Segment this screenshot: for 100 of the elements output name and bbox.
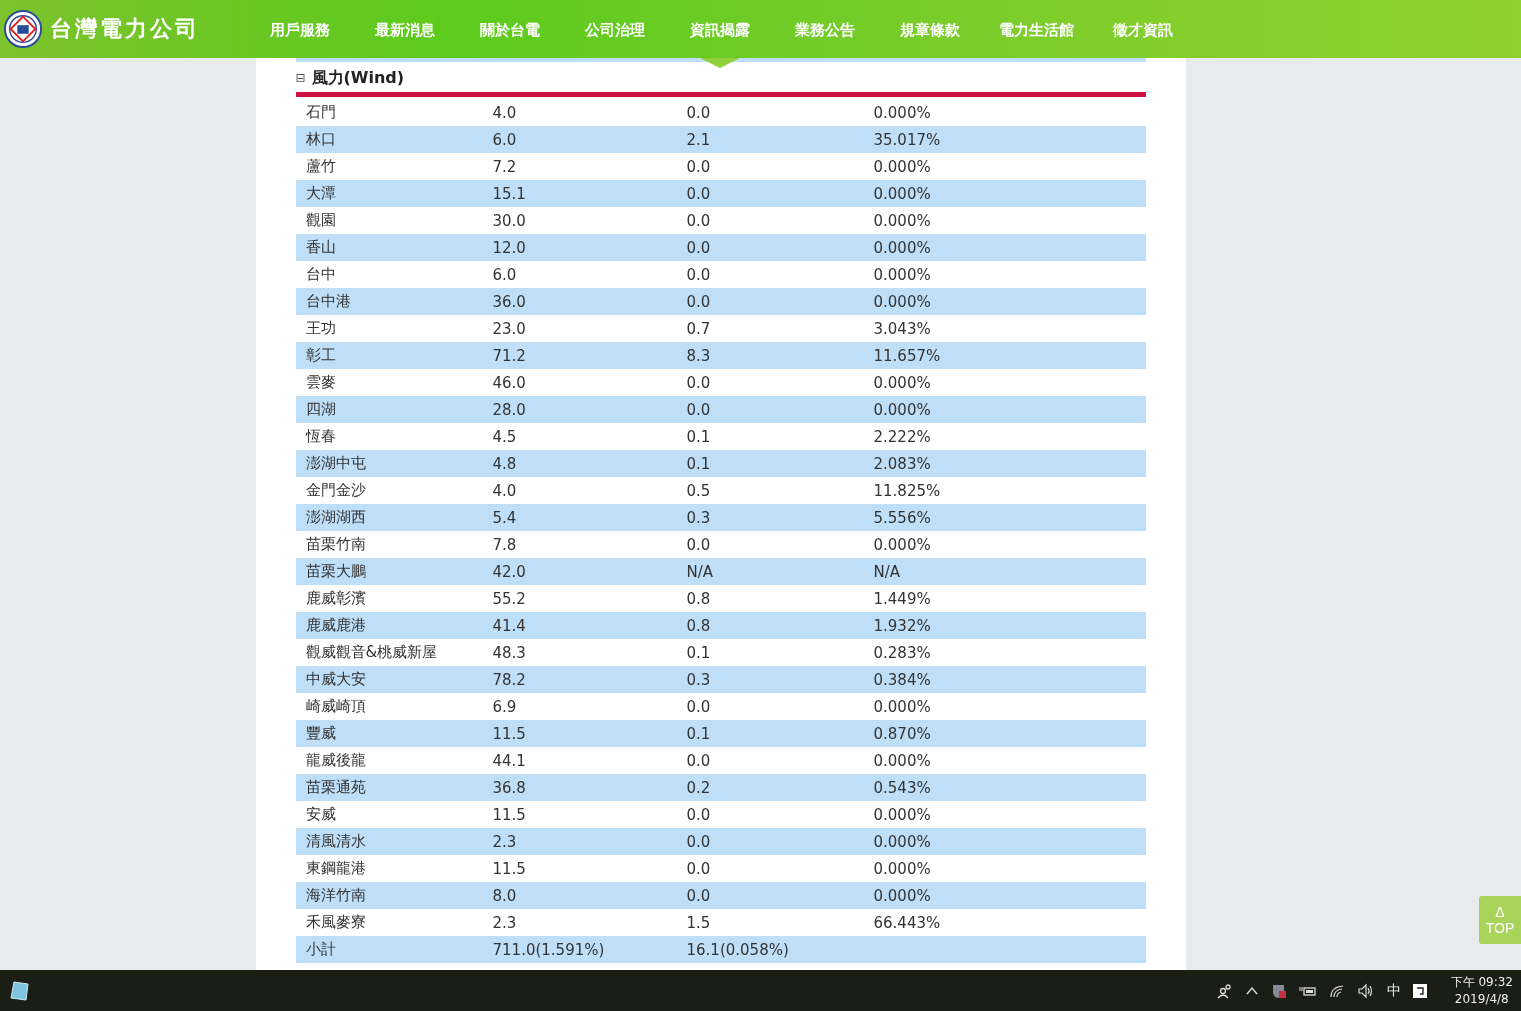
table-cell-text: 2.083%: [873, 454, 932, 473]
table-cell-text: 11.5: [492, 859, 527, 878]
clock-time[interactable]: 下午 09:32: [1450, 973, 1513, 991]
nav-tab[interactable]: 最新消息: [353, 0, 457, 68]
table-cell-text: 55.2: [492, 589, 527, 608]
table-cell-text: 蘆竹: [304, 157, 337, 176]
table-cell-text: 豐威: [304, 724, 337, 743]
table-cell-text: 澎湖中屯: [304, 454, 367, 473]
table-cell-text: 0.1: [686, 643, 712, 662]
table-cell-text: 0.000%: [873, 157, 932, 176]
table-cell-text: 0.0: [686, 805, 712, 824]
table-cell-text: 5.556%: [873, 508, 932, 527]
table-cell-text: 4.0: [492, 103, 518, 122]
table-cell-text: 0.0: [686, 103, 712, 122]
table-cell-text: 台中: [304, 265, 337, 284]
table-cell-text: 0.1: [686, 427, 712, 446]
table-cell-text: 4.5: [492, 427, 518, 446]
table-cell-text: 11.825%: [873, 481, 942, 500]
nav-tab[interactable]: 關於台電: [458, 0, 562, 68]
table-cell-text: 0.0: [686, 211, 712, 230]
table-cell-text: 王功: [304, 319, 337, 338]
table-cell-text: 0.0: [686, 751, 712, 770]
table-cell-text: 0.000%: [873, 373, 932, 392]
table-cell-text: 0.000%: [873, 697, 932, 716]
table-cell-text: 4.0: [492, 481, 518, 500]
table-cell-text: 0.0: [686, 886, 712, 905]
table-cell-text: 35.017%: [873, 130, 942, 149]
table-cell-text: 41.4: [492, 616, 527, 635]
nav-tab[interactable]: 公司治理: [563, 0, 667, 68]
table-cell-text: 4.8: [492, 454, 518, 473]
table-cell-text: 36.0: [492, 292, 527, 311]
wifi-icon[interactable]: [1328, 982, 1345, 999]
table-cell-text: 7.8: [492, 535, 518, 554]
table-cell-text: 0.0: [686, 184, 712, 203]
table-cell-text: 0.870%: [873, 724, 932, 743]
table-cell-text: 恆春: [304, 427, 337, 446]
nav-tab[interactable]: 用戶服務: [248, 0, 352, 68]
company-name[interactable]: 台灣電力公司: [50, 14, 200, 44]
nav-tab[interactable]: 業務公告: [773, 0, 877, 68]
table-cell-text: 中威大安: [304, 670, 367, 689]
table-cell-text: 龍威後龍: [304, 751, 367, 770]
nav-tab[interactable]: 電力生活館: [983, 0, 1090, 68]
table-cell-text: 2.3: [492, 913, 518, 932]
section-title: 風力(Wind): [311, 67, 405, 89]
table-cell-text: 66.443%: [873, 913, 942, 932]
people-icon[interactable]: [1216, 982, 1233, 999]
logo-icon[interactable]: [4, 10, 42, 48]
table-cell-text: 44.1: [492, 751, 527, 770]
table-cell-text: 0.000%: [873, 238, 932, 257]
table-cell-text: 0.0: [686, 535, 712, 554]
table-cell-text: 11.5: [492, 805, 527, 824]
table-cell-text: 8.3: [686, 346, 712, 365]
table-cell-text: 雲麥: [304, 373, 337, 392]
table-cell-text: 0.000%: [873, 211, 932, 230]
speaker-icon[interactable]: [1356, 982, 1375, 999]
table-cell-text: 2.1: [686, 130, 712, 149]
table-cell-text: 0.7: [686, 319, 712, 338]
table-cell-text: 0.8: [686, 589, 712, 608]
table-cell-text: 28.0: [492, 400, 527, 419]
collapse-toggle[interactable]: ⊟: [295, 71, 308, 85]
input-method-indicator[interactable]: 中: [1386, 981, 1401, 1000]
table-cell-text: 0.000%: [873, 184, 932, 203]
table-cell-text: 鹿威鹿港: [304, 616, 367, 635]
table-cell-text: 崎威崎頂: [304, 697, 367, 716]
table-cell-text: 林口: [304, 130, 337, 149]
table-cell-text: 78.2: [492, 670, 527, 689]
table-cell-text: 11.5: [492, 724, 527, 743]
table-cell-text: 0.0: [686, 157, 712, 176]
table-cell-text: 11.657%: [873, 346, 942, 365]
back-to-top-button[interactable]: Δ TOP: [1479, 896, 1521, 944]
table-cell-text: 香山: [304, 238, 337, 257]
table-cell-text: 12.0: [492, 238, 527, 257]
table-cell-text: 6.9: [492, 697, 518, 716]
table-cell-text: 苗栗大鵬: [304, 562, 367, 581]
nav-tab[interactable]: 規章條款: [878, 0, 982, 68]
table-cell-text: 0.1: [686, 454, 712, 473]
table-cell-text: 四湖: [304, 400, 337, 419]
table-cell-text: 金門金沙: [304, 481, 367, 500]
table-cell-text: 42.0: [492, 562, 527, 581]
table-cell-text: N/A: [873, 562, 902, 581]
table-cell-text: 0.0: [686, 832, 712, 851]
table-cell-text: 大潭: [304, 184, 337, 203]
table-cell-text: 48.3: [492, 643, 527, 662]
table-cell-text: 6.0: [492, 265, 518, 284]
table-cell-text: 0.8: [686, 616, 712, 635]
table-cell-text: 0.0: [686, 238, 712, 257]
table-cell-text: 海洋竹南: [304, 886, 367, 905]
table-cell-text: 小計: [304, 940, 337, 959]
table-cell-text: 0.3: [686, 670, 712, 689]
clock-date[interactable]: 2019/4/8: [1454, 990, 1509, 1008]
table-cell-text: 5.4: [492, 508, 518, 527]
table-cell-text: 苗栗通苑: [304, 778, 367, 797]
table-cell-text: 鹿威彰濱: [304, 589, 367, 608]
table-cell-text: 0.3: [686, 508, 712, 527]
table-cell-text: 0.543%: [873, 778, 932, 797]
table-cell-text: 0.000%: [873, 886, 932, 905]
nav-tab[interactable]: 徵才資訊: [1091, 0, 1195, 68]
shield-icon[interactable]: [1270, 982, 1287, 999]
table-cell-text: 46.0: [492, 373, 527, 392]
table-cell-text: 0.384%: [873, 670, 932, 689]
